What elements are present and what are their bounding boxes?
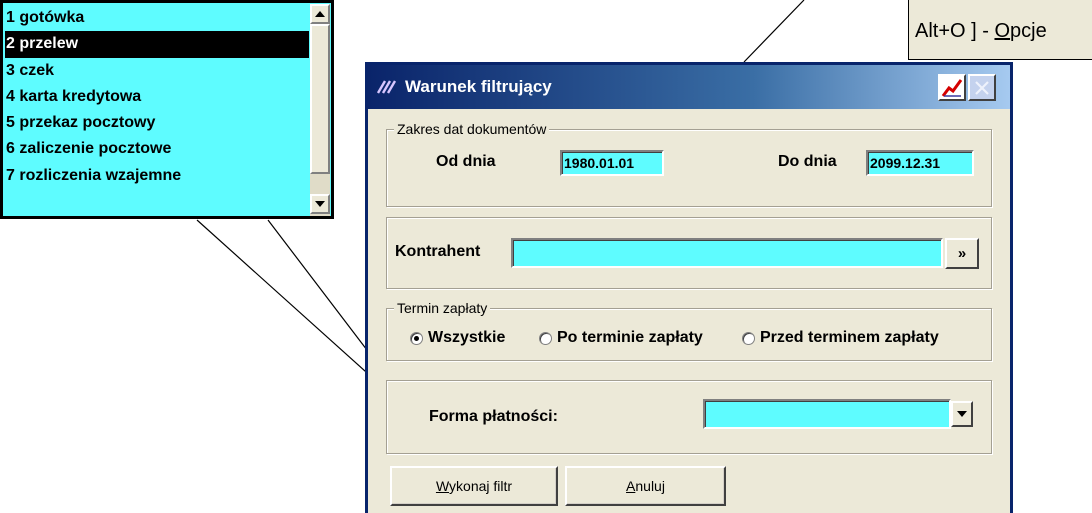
radio-circle bbox=[410, 331, 423, 345]
shortcut-hint-box: Alt+O ] - Opcje bbox=[908, 0, 1092, 60]
scroll-up-button[interactable] bbox=[310, 4, 330, 24]
payment-form-field[interactable] bbox=[703, 399, 951, 429]
dialog-titlebar[interactable]: Warunek filtrujący bbox=[368, 65, 1010, 109]
execute-filter-label: Wykonaj filtr bbox=[435, 478, 513, 494]
payment-form-dropdown-button[interactable] bbox=[951, 401, 973, 427]
chart-icon bbox=[941, 78, 963, 97]
list-item[interactable]: 3 czek bbox=[5, 58, 309, 84]
contractor-browse-button[interactable]: » bbox=[945, 238, 979, 269]
radio-circle bbox=[742, 331, 755, 345]
callout-line-hint bbox=[743, 0, 805, 63]
list-item[interactable]: 4 karta kredytowa bbox=[5, 84, 309, 110]
radio-overdue[interactable]: Po terminie zapłaty bbox=[539, 329, 703, 347]
radio-all[interactable]: Wszystkie bbox=[410, 329, 505, 347]
contractor-group: Kontrahent » bbox=[386, 217, 992, 289]
triangle-down-icon bbox=[957, 411, 967, 417]
cancel-button[interactable]: Anuluj bbox=[565, 466, 726, 506]
list-item-selected[interactable]: 2 przelew bbox=[5, 31, 309, 58]
date-range-group: Zakres dat dokumentów Od dnia 1980.01.01… bbox=[386, 121, 992, 207]
radio-all-label: Wszystkie bbox=[428, 329, 506, 346]
to-date-label: Do dnia bbox=[778, 153, 837, 170]
payment-form-items: 1 gotówka 2 przelew 3 czek 4 karta kredy… bbox=[5, 5, 309, 189]
radio-dot bbox=[414, 335, 419, 341]
payment-term-group: Termin zapłaty Wszystkie Po terminie zap… bbox=[386, 300, 992, 361]
list-item[interactable]: 5 przekaz pocztowy bbox=[5, 110, 309, 136]
close-button[interactable] bbox=[968, 74, 996, 101]
list-item[interactable]: 1 gotówka bbox=[5, 5, 309, 31]
triangle-down-icon bbox=[315, 201, 325, 207]
radio-before-due-label: Przed terminem zapłaty bbox=[760, 329, 939, 346]
list-item[interactable]: 7 rozliczenia wzajemne bbox=[5, 163, 309, 189]
radio-before-due[interactable]: Przed terminem zapłaty bbox=[742, 329, 939, 347]
payment-form-group: Forma płatności: bbox=[386, 380, 992, 454]
scroll-down-button[interactable] bbox=[310, 194, 330, 214]
dialog-title: Warunek filtrujący bbox=[405, 77, 552, 96]
list-scrollbar[interactable] bbox=[310, 4, 330, 216]
app-logo-icon bbox=[375, 77, 399, 97]
cancel-label: Anuluj bbox=[626, 478, 665, 494]
list-item[interactable]: 6 zaliczenie pocztowe bbox=[5, 136, 309, 162]
payment-term-legend: Termin zapłaty bbox=[394, 300, 491, 316]
from-date-label: Od dnia bbox=[436, 153, 496, 170]
execute-filter-button[interactable]: Wykonaj filtr bbox=[390, 466, 558, 506]
payment-form-list[interactable]: 1 gotówka 2 przelew 3 czek 4 karta kredy… bbox=[0, 0, 334, 219]
radio-circle bbox=[539, 331, 552, 345]
shortcut-hint-text: Alt+O ] - Opcje bbox=[915, 20, 1047, 42]
to-date-field[interactable]: 2099.12.31 bbox=[866, 150, 974, 176]
triangle-up-icon bbox=[315, 11, 325, 17]
contractor-label: Kontrahent bbox=[395, 243, 481, 260]
scroll-thumb[interactable] bbox=[310, 24, 330, 174]
contractor-field[interactable] bbox=[511, 238, 943, 268]
payment-form-label: Forma płatności: bbox=[429, 408, 558, 425]
radio-overdue-label: Po terminie zapłaty bbox=[557, 329, 703, 346]
from-date-field[interactable]: 1980.01.01 bbox=[560, 150, 664, 176]
filter-dialog: Warunek filtrujący Zakres dat dokumentów… bbox=[365, 62, 1013, 513]
date-range-legend: Zakres dat dokumentów bbox=[394, 121, 550, 137]
close-icon bbox=[975, 80, 989, 95]
chart-button[interactable] bbox=[938, 74, 966, 101]
